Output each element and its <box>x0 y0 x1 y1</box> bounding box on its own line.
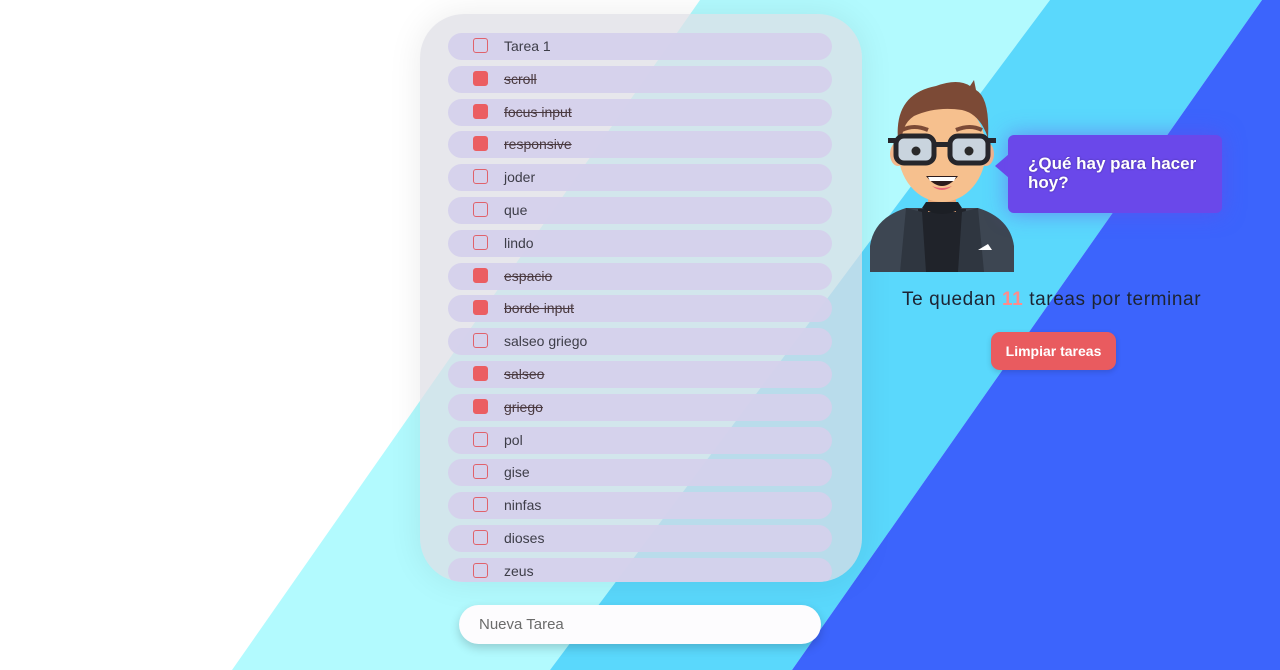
task-item[interactable]: que <box>448 196 832 224</box>
checkbox-checked[interactable] <box>473 365 488 381</box>
task-item[interactable]: espacio <box>448 262 832 290</box>
task-label: focus input <box>504 103 572 120</box>
task-item[interactable]: zeus <box>448 557 832 582</box>
task-label: pol <box>504 431 523 448</box>
task-label: zeus <box>504 562 534 579</box>
speech-bubble: ¿Qué hay para hacer hoy? <box>1008 135 1222 213</box>
checkbox-unchecked[interactable] <box>473 431 488 447</box>
checkbox-unchecked[interactable] <box>473 529 488 545</box>
checkbox-unchecked[interactable] <box>473 562 488 578</box>
task-label: griego <box>504 398 543 415</box>
checkbox-unchecked[interactable] <box>473 38 488 53</box>
task-item[interactable]: pol <box>448 426 832 454</box>
task-item[interactable]: scroll <box>448 65 832 93</box>
remaining-suffix: tareas por terminar <box>1029 289 1202 310</box>
task-label: dioses <box>504 529 545 546</box>
checkbox-checked[interactable] <box>473 300 488 316</box>
task-label: salseo griego <box>504 333 588 350</box>
task-label: Tarea 1 <box>504 38 551 54</box>
task-item[interactable]: salseo <box>448 360 832 388</box>
new-task-input[interactable] <box>459 605 821 644</box>
task-label: salseo <box>504 365 545 382</box>
task-item[interactable]: gise <box>448 459 832 487</box>
task-label: joder <box>504 169 536 186</box>
speech-bubble-tail <box>995 154 1009 178</box>
checkbox-unchecked[interactable] <box>473 333 488 349</box>
task-label: lindo <box>504 234 534 251</box>
clear-tasks-button[interactable]: Limpiar tareas <box>991 332 1116 370</box>
task-item[interactable]: dioses <box>448 524 832 552</box>
remaining-tasks-text: Te quedan 11 tareas por terminar <box>902 289 1201 311</box>
task-item[interactable]: joder <box>448 164 832 192</box>
checkbox-checked[interactable] <box>473 70 488 86</box>
task-item[interactable]: Tarea 1 <box>448 33 832 60</box>
task-label: ninfas <box>504 497 542 514</box>
task-item[interactable]: responsive <box>448 131 832 159</box>
task-item[interactable]: salseo griego <box>448 328 832 356</box>
task-label: responsive <box>504 136 572 153</box>
task-label: espacio <box>504 267 553 284</box>
task-label: borde input <box>504 300 575 317</box>
task-label: scroll <box>504 70 537 87</box>
task-item[interactable]: ninfas <box>448 492 832 520</box>
checkbox-unchecked[interactable] <box>473 201 488 217</box>
task-item[interactable]: focus input <box>448 98 832 126</box>
task-panel: Tarea 1 scroll focus input responsive joder q… <box>420 14 862 582</box>
remaining-prefix: Te quedan <box>902 289 997 310</box>
task-label: que <box>504 201 528 218</box>
checkbox-checked[interactable] <box>473 398 488 414</box>
task-item[interactable]: borde input <box>448 295 832 323</box>
checkbox-unchecked[interactable] <box>473 497 488 513</box>
task-item[interactable]: lindo <box>448 229 832 257</box>
checkbox-checked[interactable] <box>473 267 488 283</box>
task-label: gise <box>504 464 530 481</box>
checkbox-unchecked[interactable] <box>473 169 488 185</box>
checkbox-unchecked[interactable] <box>473 234 488 250</box>
task-item[interactable]: griego <box>448 393 832 421</box>
checkbox-checked[interactable] <box>473 103 488 119</box>
speech-bubble-text: ¿Qué hay para hacer hoy? <box>1028 154 1197 192</box>
checkbox-unchecked[interactable] <box>473 464 488 480</box>
checkbox-checked[interactable] <box>473 136 488 152</box>
remaining-count: 11 <box>1002 289 1024 310</box>
task-list: Tarea 1 scroll focus input responsive joder q… <box>448 33 832 582</box>
